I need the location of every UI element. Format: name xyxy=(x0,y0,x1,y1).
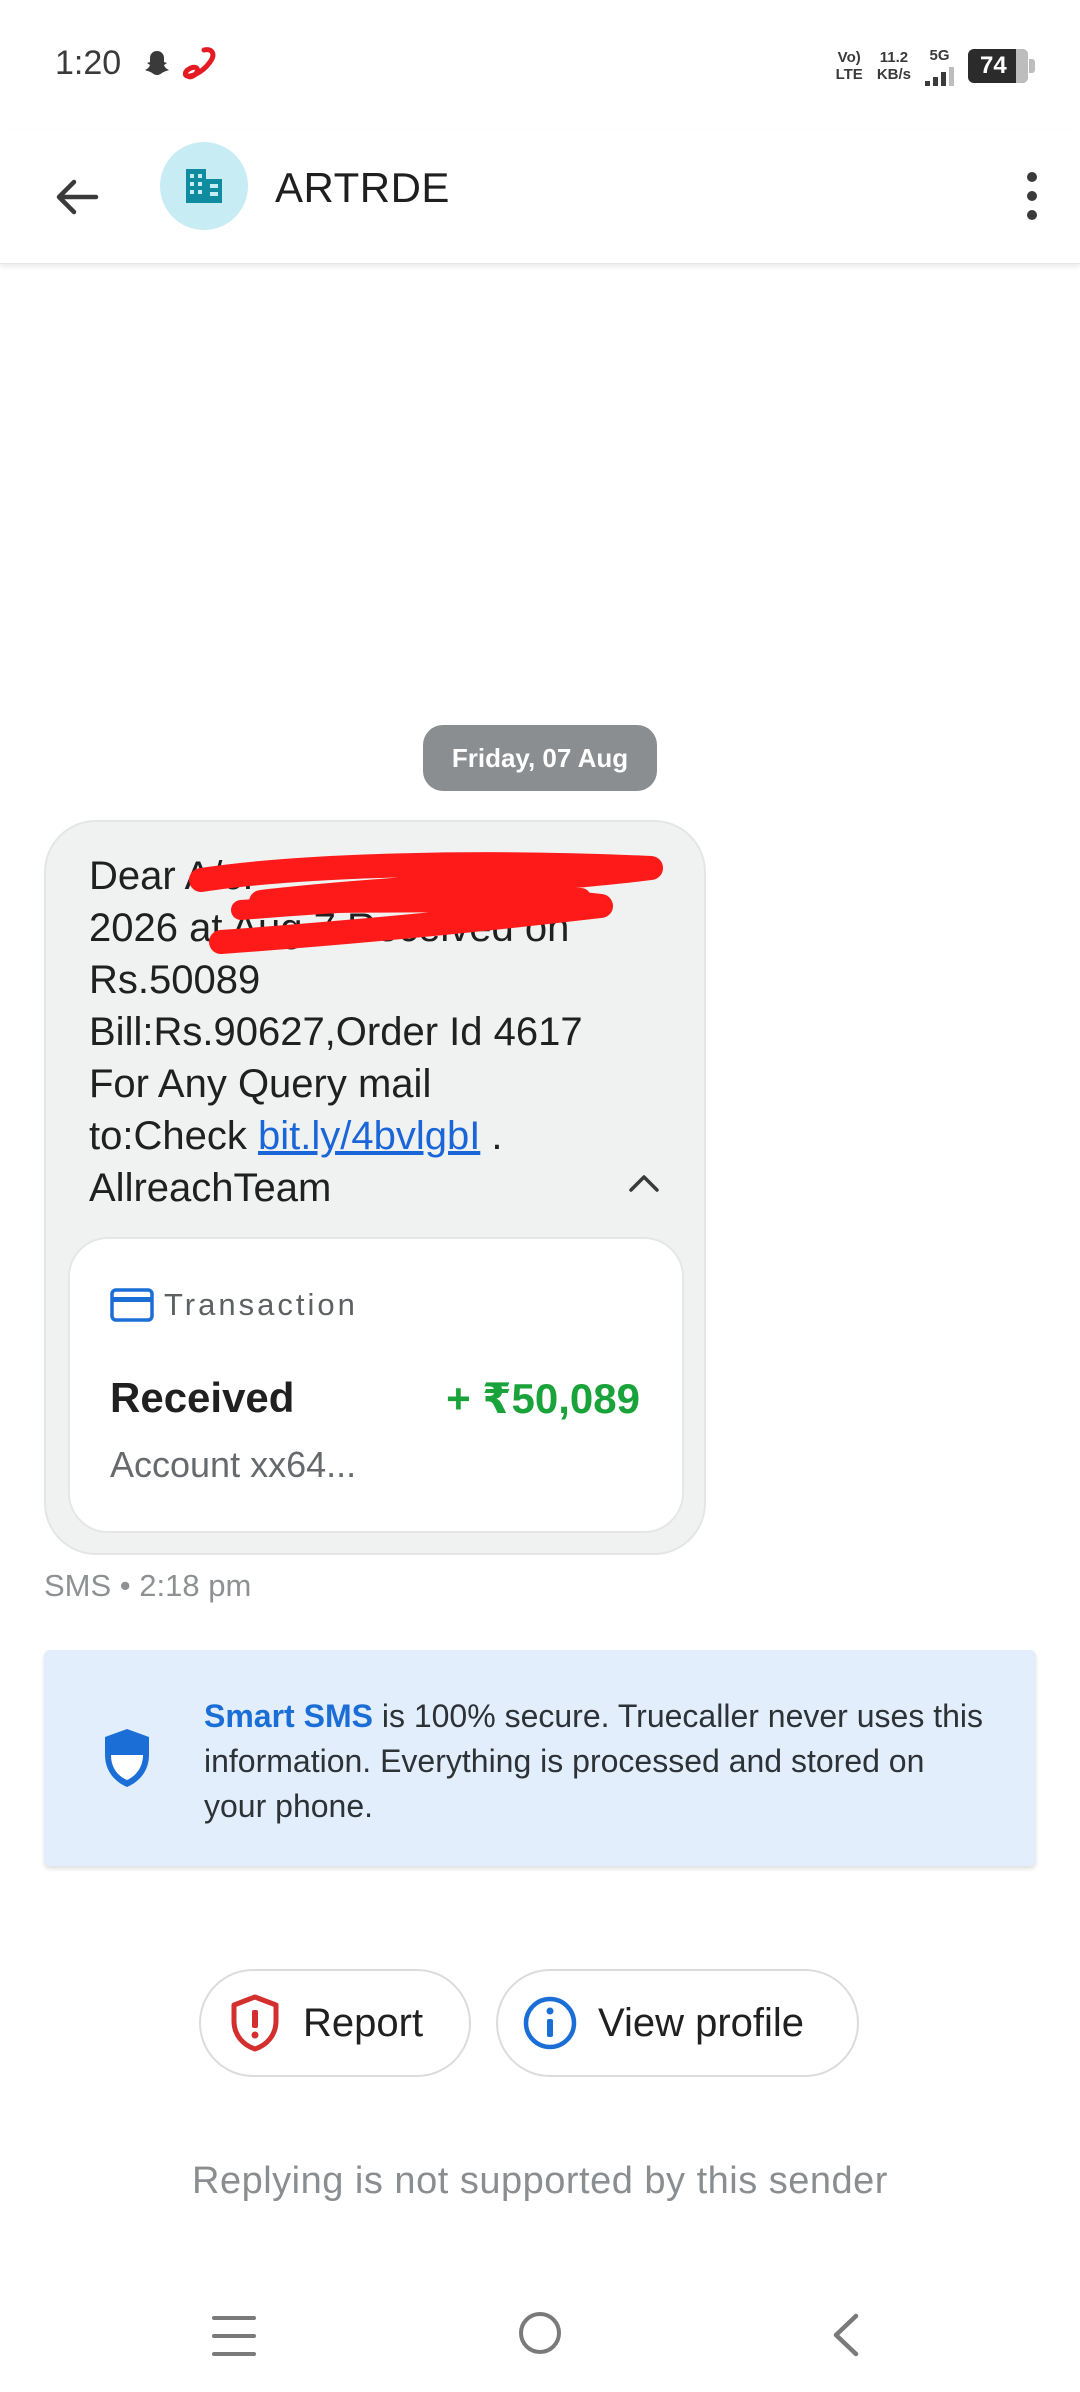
signal-icon xyxy=(925,64,954,86)
message-line-link: to:Check bit.ly/4bvlgbI . xyxy=(89,1110,649,1162)
message-line: Bill:Rs.90627,Order Id 4617 xyxy=(89,1010,583,1054)
info-icon xyxy=(523,1996,577,2050)
shield-icon xyxy=(105,1729,149,1787)
transaction-card[interactable]: Transaction Received + ₹50,089 Account x… xyxy=(68,1237,684,1533)
smart-sms-banner: Smart SMS is 100% secure. Truecaller nev… xyxy=(44,1650,1036,1866)
status-bar: 1:20 Vo) LTE 11.2 KB/s 5G 74 xyxy=(0,0,1080,130)
message-bubble[interactable]: Dear A/c. 2026 at Aug 7 Received on Rs.5… xyxy=(44,820,706,1555)
message-line: Rs.50089 xyxy=(89,958,261,1002)
app-bar: ARTRDE xyxy=(0,130,1080,264)
volte-bottom-label: LTE xyxy=(835,66,863,83)
battery-level: 74 xyxy=(980,52,1007,79)
building-icon xyxy=(186,169,222,203)
nav-back-icon[interactable] xyxy=(826,2310,866,2360)
redaction-scribble xyxy=(189,852,663,954)
speed-indicator: 11.2 KB/s xyxy=(877,49,911,83)
message-meta: SMS • 2:18 pm xyxy=(44,1568,252,1603)
link-suffix: . xyxy=(480,1114,503,1158)
transaction-amount: + ₹50,089 xyxy=(446,1375,640,1422)
speed-unit: KB/s xyxy=(876,66,911,83)
airtel-icon xyxy=(182,47,216,80)
message-line: For Any Query mail xyxy=(89,1062,432,1106)
snapchat-icon xyxy=(145,51,169,75)
message-line: AllreachTeam xyxy=(89,1166,332,1210)
transaction-account: Account xx64... xyxy=(110,1444,357,1485)
banner-bold-text: Smart SMS xyxy=(204,1698,373,1734)
more-options-icon[interactable] xyxy=(1004,158,1060,234)
network-label: 5G xyxy=(929,46,950,64)
network-indicator: 5G xyxy=(925,47,954,86)
system-nav-bar xyxy=(0,2290,1080,2392)
report-button[interactable]: Report xyxy=(199,1969,471,2077)
view-profile-button[interactable]: View profile xyxy=(496,1969,859,2077)
sender-name[interactable]: ARTRDE xyxy=(275,164,450,212)
link-prefix: to:Check xyxy=(89,1114,258,1158)
status-time: 1:20 xyxy=(55,44,122,82)
volte-top-label: Vo) xyxy=(837,49,861,66)
credit-card-icon xyxy=(110,1288,154,1322)
battery-icon: 74 xyxy=(968,49,1035,83)
date-chip: Friday, 07 Aug xyxy=(423,725,657,791)
transaction-title: Transaction xyxy=(164,1287,358,1322)
report-shield-icon xyxy=(231,1994,279,2052)
transaction-header: Transaction xyxy=(110,1287,358,1323)
volte-indicator: Vo) LTE xyxy=(836,49,863,83)
recents-icon[interactable] xyxy=(212,2316,256,2356)
transaction-status: Received xyxy=(110,1374,295,1421)
back-button[interactable] xyxy=(40,160,114,234)
status-indicators: Vo) LTE 11.2 KB/s 5G 74 xyxy=(836,44,1035,88)
chevron-up-icon[interactable] xyxy=(626,1167,662,1197)
speed-value: 11.2 xyxy=(879,49,909,66)
avatar[interactable] xyxy=(160,142,248,230)
view-profile-label: View profile xyxy=(598,2000,805,2045)
message-link[interactable]: bit.ly/4bvlgbI xyxy=(258,1114,480,1158)
banner-text: Smart SMS is 100% secure. Truecaller nev… xyxy=(204,1694,994,1829)
reply-not-supported-note: Replying is not supported by this sender xyxy=(192,2160,888,2202)
report-label: Report xyxy=(303,2000,424,2045)
home-icon[interactable] xyxy=(519,2312,561,2354)
arrow-left-icon xyxy=(56,179,99,215)
